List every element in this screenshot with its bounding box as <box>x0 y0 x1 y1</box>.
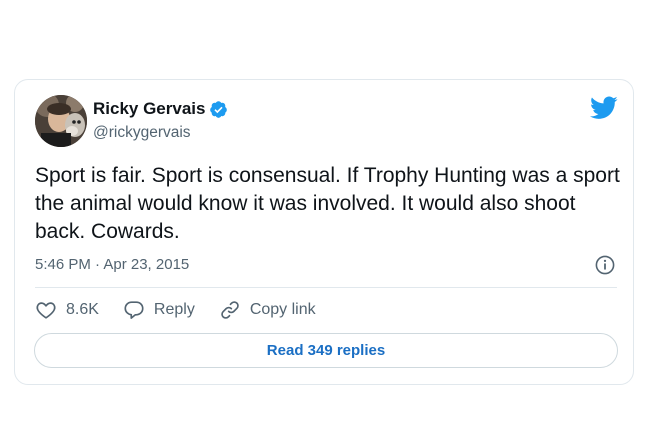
heart-icon <box>36 302 56 319</box>
divider <box>35 287 617 288</box>
author-handle[interactable]: @rickygervais <box>93 123 191 143</box>
copy-link-button[interactable]: Copy link <box>219 299 316 321</box>
like-button[interactable]: 8.6K <box>35 299 99 321</box>
link-icon <box>221 301 239 319</box>
tweet-actions: 8.6K Reply Copy link <box>35 298 316 322</box>
display-name[interactable]: Ricky Gervais <box>93 98 205 120</box>
twitter-bird-icon[interactable] <box>590 96 618 120</box>
reply-label: Reply <box>153 301 195 318</box>
verified-badge-icon <box>210 100 228 118</box>
read-replies-button[interactable]: Read 349 replies <box>34 333 618 368</box>
like-count: 8.6K <box>66 301 99 318</box>
copy-link-label: Copy link <box>249 301 316 318</box>
reply-bubble-icon <box>124 301 144 319</box>
tweet-timestamp[interactable]: 5:46 PM · Apr 23, 2015 <box>35 255 189 275</box>
tweet-text: Sport is fair. Sport is consensual. If T… <box>35 164 620 243</box>
name-row: Ricky Gervais <box>93 98 228 120</box>
tweet-card[interactable]: Ricky Gervais @rickygervais Sport is fai… <box>14 79 634 385</box>
avatar[interactable] <box>35 95 87 147</box>
info-icon[interactable] <box>595 255 615 275</box>
reply-button[interactable]: Reply <box>123 299 195 321</box>
